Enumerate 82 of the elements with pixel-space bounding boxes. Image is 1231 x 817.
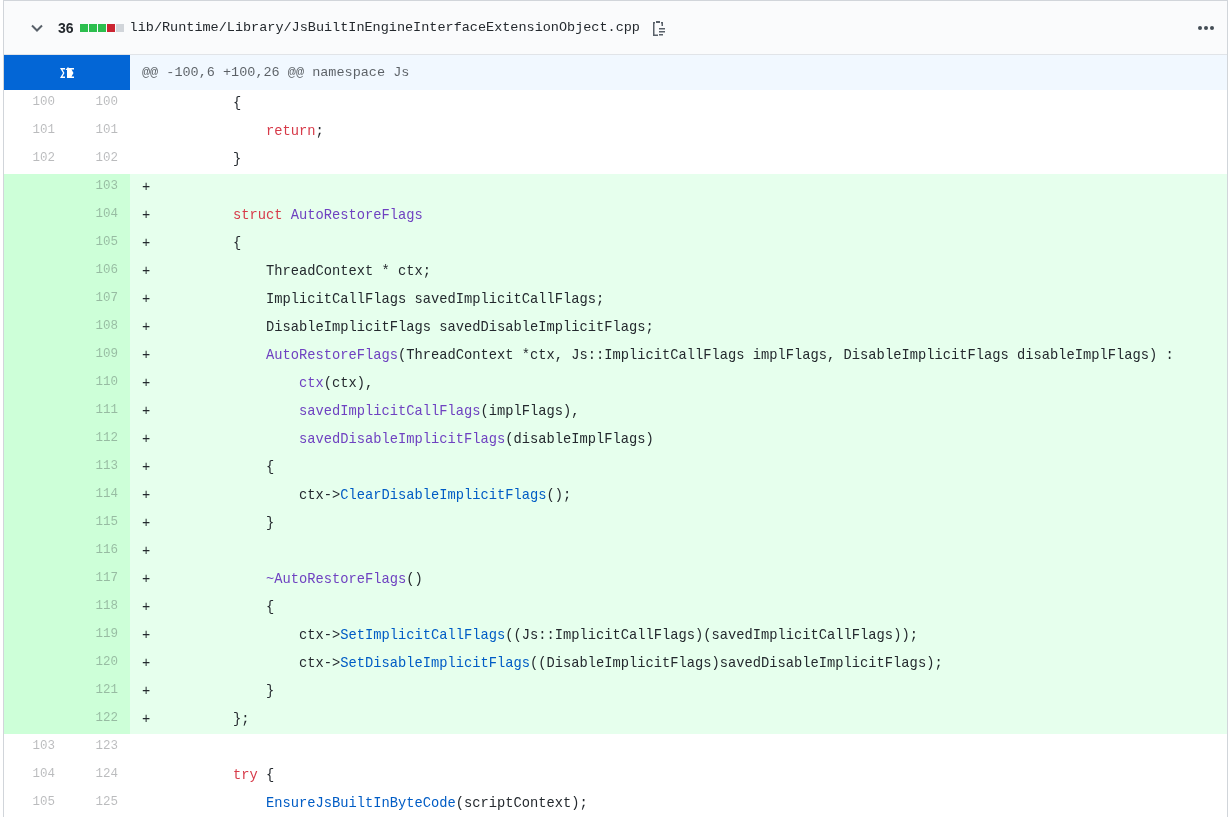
new-line-number: 122 [95,711,118,725]
plus-marker: + [142,320,151,335]
new-line-number: 113 [95,459,118,473]
new-line-number: 114 [95,487,118,501]
plus-marker: + [142,600,151,615]
code-line: } [265,515,275,533]
new-line-number: 103 [95,179,118,193]
code-line: { [232,95,242,113]
plus-marker: + [142,376,151,391]
old-line-number: 104 [32,767,55,781]
code-line: } [232,151,242,169]
code-line: ctx->SetImplicitCallFlags((Js::ImplicitCallFlags)(savedImplicitCallFlags)); [298,627,918,645]
changes-count: 36 [58,19,74,36]
plus-marker: + [142,572,151,587]
plus-marker: + [142,460,151,475]
new-line-number: 124 [95,767,118,781]
code-line: ThreadContext * ctx; [265,263,432,281]
new-line-number: 119 [95,627,118,641]
hunk-header: @@ -100,6 +100,26 @@ namespace Js [130,55,1227,90]
new-line-number: 104 [95,207,118,221]
code-line: { [232,235,242,253]
new-line-number: 101 [95,123,118,137]
plus-marker: + [142,180,151,195]
code-line: ~AutoRestoreFlags() [265,571,423,589]
new-line-number: 121 [95,683,118,697]
code-line: EnsureJsBuiltInByteCode(scriptContext); [265,795,588,813]
code-line: savedDisableImplicitFlags(disableImplFlags) [298,431,654,449]
file-path-link[interactable]: lib/Runtime/Library/JsBuiltInEngineInterfaceExtensionObject.cpp [129,20,640,35]
new-line-number: 106 [95,263,118,277]
unfold-icon [59,65,75,80]
expand-lines-button[interactable] [4,55,130,90]
plus-marker: + [142,544,151,559]
new-line-number: 109 [95,347,118,361]
plus-marker: + [142,432,151,447]
new-line-number: 123 [95,739,118,753]
new-line-number: 102 [95,151,118,165]
plus-marker: + [142,628,151,643]
code-line: AutoRestoreFlags(ThreadContext *ctx, Js::ImplicitCallFlags implFlags, DisableImplicitFlags disableImplFlags) : [265,347,1174,365]
code-line: struct AutoRestoreFlags [232,207,423,225]
new-line-number: 112 [95,431,118,445]
code-line: ctx->ClearDisableImplicitFlags(); [298,487,572,505]
code-line: ctx->SetDisableImplicitFlags((DisableImplicitFlags)savedDisableImplicitFlags); [298,655,943,673]
new-line-number: 100 [95,95,118,109]
code-line: return; [265,123,324,141]
old-line-number: 101 [32,123,55,137]
code-line: ctx(ctx), [298,375,374,393]
plus-marker: + [142,516,151,531]
code-line: } [265,683,275,701]
new-line-number: 105 [95,235,118,249]
new-line-number: 116 [95,543,118,557]
code-line: DisableImplicitFlags savedDisableImplicitFlags; [265,319,654,337]
new-line-number: 120 [95,655,118,669]
plus-marker: + [142,264,151,279]
code-line: ImplicitCallFlags savedImplicitCallFlags; [265,291,605,309]
code-line: try { [232,767,275,785]
code-line: { [265,459,275,477]
code-line: savedImplicitCallFlags(implFlags), [298,403,580,421]
new-line-number: 107 [95,291,118,305]
ellipsis-icon [1197,24,1215,31]
plus-marker: + [142,208,151,223]
new-line-number: 117 [95,571,118,585]
more-options-button[interactable] [1197,24,1215,31]
code-line: }; [232,711,250,729]
plus-marker: + [142,684,151,699]
code-line: { [265,599,275,617]
new-line-number: 125 [95,795,118,809]
new-line-number: 110 [95,375,118,389]
plus-marker: + [142,292,151,307]
plus-marker: + [142,404,151,419]
new-line-number: 118 [95,599,118,613]
old-line-number: 105 [32,795,55,809]
plus-marker: + [142,348,151,363]
new-line-number: 115 [95,515,118,529]
old-line-number: 103 [32,739,55,753]
new-line-number: 111 [95,403,118,417]
plus-marker: + [142,712,151,727]
old-line-number: 102 [32,151,55,165]
plus-marker: + [142,488,151,503]
plus-marker: + [142,656,151,671]
new-line-number: 108 [95,319,118,333]
old-line-number: 100 [32,95,55,109]
plus-marker: + [142,236,151,251]
